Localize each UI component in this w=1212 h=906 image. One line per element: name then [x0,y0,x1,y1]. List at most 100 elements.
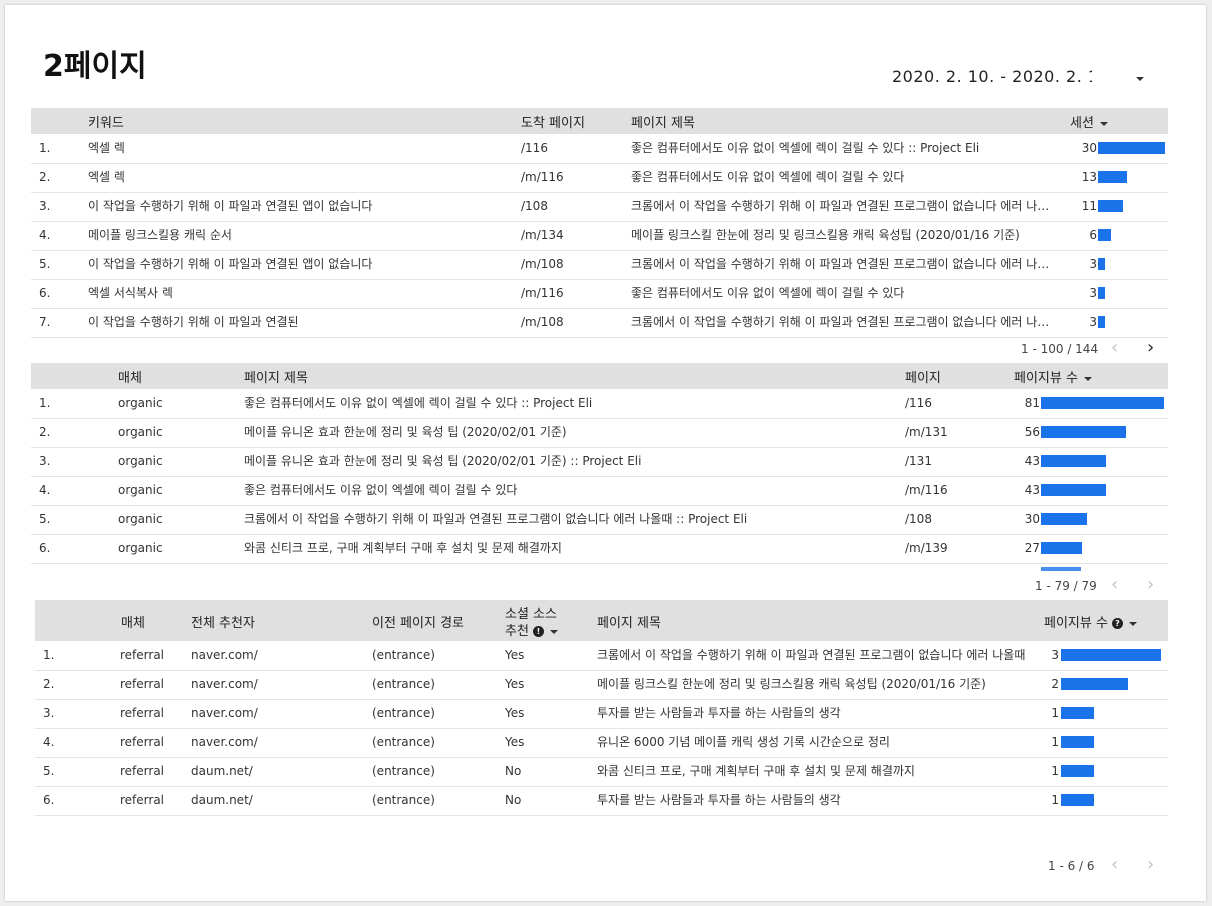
sort-desc-icon[interactable] [1099,121,1108,126]
date-dropdown-icon[interactable] [1136,77,1144,81]
table-row[interactable]: 5. referral daum.net/ (entrance) No 와콤 신티크 프로… [35,757,1168,787]
table-row[interactable]: 7. 이 작업을 수행하기 위해 이 파일과 연결된/m/108 크롬에서 이 작업… [31,308,1168,338]
date-range-picker[interactable]: 2020. 2. 10. - 2020. 2. 16. [892,67,1092,89]
chevron-right-icon[interactable]: › [1147,856,1154,874]
table-row[interactable]: 3. 이 작업을 수행하기 위해 이 파일과 연결된 앱이 없습니다/108 크롬에… [31,192,1168,222]
info-icon[interactable]: ! [532,626,544,637]
column-header-medium[interactable]: 매체 [121,612,145,631]
sessions-bar [1098,229,1111,241]
column-header-pageviews[interactable]: 페이지뷰 수 [1014,367,1092,386]
sessions-value: 3 [1089,257,1097,271]
pageviews-value: 30 [1024,512,1040,526]
social-referral-cell: Yes [505,706,525,720]
page-title-cell: 크롬에서 이 작업을 수행하기 위해 이 파일과 연결된 프로그램이 없습니다 … [597,648,1026,662]
column-header-page-title[interactable]: 페이지 제목 [597,612,661,631]
table-row[interactable]: 5. organic 크롬에서 이 작업을 수행하기 위해 이 파일과 연결된 프로… [31,505,1168,535]
referrer-cell: daum.net/ [191,764,253,778]
column-header-full-referrer[interactable]: 전체 추천자 [191,612,255,631]
keyword-cell: 이 작업을 수행하기 위해 이 파일과 연결된 앱이 없습니다 [88,199,373,213]
pageviews-value: 1 [1051,793,1059,807]
social-referral-cell: Yes [505,648,525,662]
table-row[interactable]: 6. 엑셀 서식복사 렉/m/116 좋은 컴퓨터에서도 이유 없이 엑셀에 렉이 … [31,279,1168,309]
row-index: 5. [43,764,55,778]
table-row[interactable]: 1. organic 좋은 컴퓨터에서도 이유 없이 엑셀에 렉이 걸릴 수 있다 … [31,389,1168,419]
column-header-landing-page[interactable]: 도착 페이지 [521,112,585,131]
medium-cell: organic [118,512,163,526]
column-header-page-title[interactable]: 페이지 제목 [244,367,308,386]
sessions-bar [1098,200,1123,212]
table-row[interactable]: 2. 엑셀 렉/m/116 좋은 컴퓨터에서도 이유 없이 엑셀에 렉이 걸릴 수 … [31,163,1168,193]
previous-page-cell: (entrance) [372,706,435,720]
column-header-social-referral[interactable]: 추천! [505,620,558,639]
chevron-right-icon[interactable]: › [1147,339,1154,357]
previous-page-cell: (entrance) [372,648,435,662]
table-row[interactable]: 1. 엑셀 렉/116 좋은 컴퓨터에서도 이유 없이 엑셀에 렉이 걸릴 수 있다… [31,134,1168,164]
table-row[interactable]: 2. referral naver.com/ (entrance) Yes 메이플 링크스… [35,670,1168,700]
row-index: 2. [39,170,51,184]
pageviews-label: 페이지뷰 수 [1044,616,1108,631]
row-index: 6. [43,793,55,807]
table-row[interactable]: 2. organic 메이플 유니온 효과 한눈에 정리 및 육성 팁 (2020/… [31,418,1168,448]
row-index: 4. [39,483,51,497]
landing-page-cell: /m/108 [521,257,564,271]
page-title-cell: 유니온 6000 기념 메이플 캐릭 생성 기록 시간순으로 정리 [597,735,890,749]
chevron-left-icon[interactable]: ‹ [1111,576,1118,594]
column-header-page-title[interactable]: 페이지 제목 [631,112,695,131]
landing-page-cell: /m/108 [521,315,564,329]
column-header-previous-page-path[interactable]: 이전 페이지 경로 [372,612,464,631]
report-page: 2페이지 2020. 2. 10. - 2020. 2. 16. 키워드 도착 … [5,5,1206,901]
pageviews-bar [1061,794,1094,806]
referral-table: 매체 전체 추천자 이전 페이지 경로 소셜 소스 추천! 페이지 제목 페이지… [35,600,1168,820]
table-header: 매체 전체 추천자 이전 페이지 경로 소셜 소스 추천! 페이지 제목 페이지… [35,600,1168,641]
table-row[interactable]: 4. 메이플 링크스킬용 캐릭 순서/m/134 메이플 링크스킬 한눈에 정리 및… [31,221,1168,251]
pageviews-bar [1061,736,1094,748]
table-row[interactable]: 6. referral daum.net/ (entrance) No 투자를 받는 사람… [35,786,1168,816]
table-row[interactable]: 4. referral naver.com/ (entrance) Yes 유니온 600… [35,728,1168,758]
table-row[interactable]: 6. organic 와콤 신티크 프로, 구매 계획부터 구매 후 설치 및 문제… [31,534,1168,564]
table-row[interactable]: 5. 이 작업을 수행하기 위해 이 파일과 연결된 앱이 없습니다/m/108 크… [31,250,1168,280]
column-header-pageviews[interactable]: 페이지뷰 수? [1044,612,1137,631]
page-title-cell: 좋은 컴퓨터에서도 이유 없이 엑셀에 렉이 걸릴 수 있다 [631,170,905,184]
page-cell: /m/131 [905,425,948,439]
row-index: 2. [43,677,55,691]
table-row[interactable]: 4. organic 좋은 컴퓨터에서도 이유 없이 엑셀에 렉이 걸릴 수 있다 /… [31,476,1168,506]
sessions-bar [1098,287,1105,299]
page-title-cell: 크롬에서 이 작업을 수행하기 위해 이 파일과 연결된 프로그램이 없습니다 … [631,257,1059,271]
pageviews-bar [1061,678,1128,690]
medium-cell: referral [120,677,165,691]
sort-desc-icon[interactable] [1083,376,1092,381]
pageviews-bar [1061,707,1094,719]
chevron-left-icon[interactable]: ‹ [1111,856,1118,874]
sessions-bar [1098,316,1105,328]
row-index: 4. [43,735,55,749]
pageviews-bar [1041,513,1087,525]
chevron-right-icon[interactable]: › [1147,576,1154,594]
sessions-label: 세션 [1070,116,1094,131]
social-referral-cell: No [505,764,522,778]
column-header-medium[interactable]: 매체 [118,367,142,386]
sort-desc-icon[interactable] [549,629,558,634]
keyword-cell: 이 작업을 수행하기 위해 이 파일과 연결된 앱이 없습니다 [88,257,373,271]
column-header-keyword[interactable]: 키워드 [88,112,124,131]
info-icon[interactable]: ? [1111,618,1123,629]
pageviews-label: 페이지뷰 수 [1014,371,1078,386]
pageviews-value: 43 [1024,454,1040,468]
landing-page-cell: /m/116 [521,170,564,184]
medium-cell: organic [118,425,163,439]
table-row[interactable]: 3. referral naver.com/ (entrance) Yes 투자를 받는 … [35,699,1168,729]
row-index: 3. [39,454,51,468]
column-header-sessions[interactable]: 세션 [1070,112,1108,131]
pageviews-bar [1041,455,1106,467]
pageviews-value: 56 [1024,425,1040,439]
pager-label: 1 - 6 / 6 [1048,859,1095,873]
row-index: 3. [43,706,55,720]
previous-page-cell: (entrance) [372,677,435,691]
table-row[interactable]: 3. organic 메이플 유니온 효과 한눈에 정리 및 육성 팁 (2020/… [31,447,1168,477]
previous-page-cell: (entrance) [372,764,435,778]
sort-desc-icon[interactable] [1128,621,1137,626]
referrer-cell: naver.com/ [191,677,258,691]
column-header-page[interactable]: 페이지 [905,367,941,386]
table-row[interactable]: 1. referral naver.com/ (entrance) Yes 크롬에서 이 … [35,641,1168,671]
row-index: 5. [39,257,51,271]
chevron-left-icon[interactable]: ‹ [1111,339,1118,357]
